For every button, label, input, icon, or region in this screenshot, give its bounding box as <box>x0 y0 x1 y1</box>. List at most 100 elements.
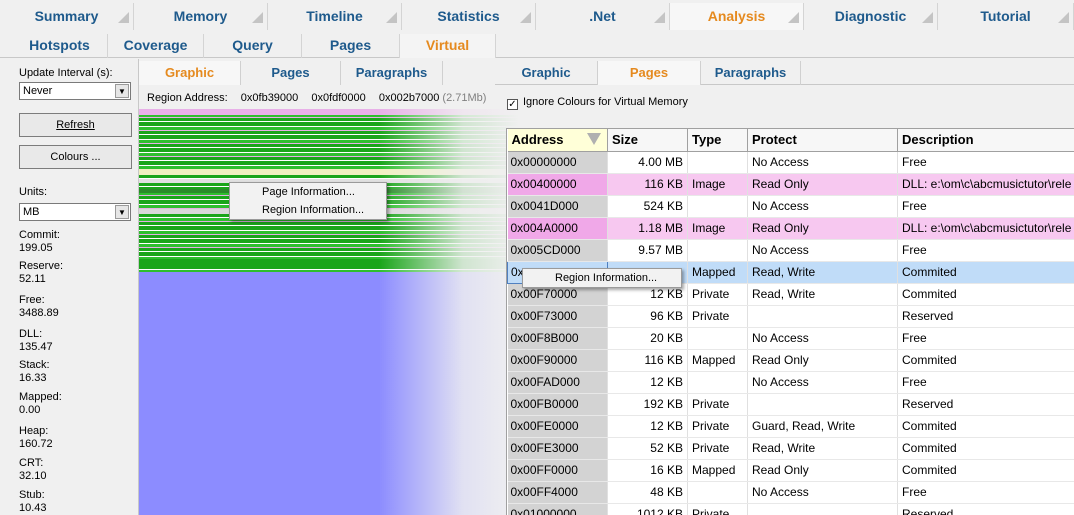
tab-diagnostic[interactable]: Diagnostic <box>804 3 938 30</box>
chevron-down-icon[interactable]: ▼ <box>115 84 129 98</box>
tab-tutorial[interactable]: Tutorial <box>938 3 1074 30</box>
column-header-description[interactable]: Description <box>897 129 1074 152</box>
tab-virtual[interactable]: Virtual <box>400 34 496 58</box>
cell-description: Reserved <box>897 503 1074 515</box>
table-row[interactable]: 0x00F73000 96 KB Private Reserved <box>507 305 1074 328</box>
tab-label: Tutorial <box>980 8 1031 24</box>
update-interval-select[interactable]: Never ▼ <box>19 82 131 100</box>
cell-protect <box>747 305 898 328</box>
tab-pages[interactable]: Pages <box>598 61 701 85</box>
cell-description: Commited <box>897 261 1074 284</box>
cell-address: 0x0041D000 <box>507 195 608 218</box>
stat-stub: Stub: 10.43 <box>19 489 47 515</box>
table-row[interactable]: 0x00FE0000 12 KB Private Guard, Read, Write… <box>507 415 1074 438</box>
table-row[interactable]: 0x00FE3000 52 KB Private Read, Write Commite… <box>507 437 1074 460</box>
tab-hotspots[interactable]: Hotspots <box>12 34 108 58</box>
cell-protect: No Access <box>747 327 898 350</box>
ignore-colours-checkbox[interactable]: ✓ <box>507 99 518 110</box>
units-select[interactable]: MB ▼ <box>19 203 131 221</box>
column-header-protect[interactable]: Protect <box>747 129 898 152</box>
table-row[interactable]: 0x01000000 1012 KB Private Reserved <box>507 503 1074 515</box>
close-icon[interactable] <box>520 12 531 23</box>
tab-coverage[interactable]: Coverage <box>108 34 204 58</box>
cell-type: Private <box>687 437 748 460</box>
tab-dotnet[interactable]: .Net <box>536 3 670 30</box>
cell-type <box>687 151 748 174</box>
tab-pages[interactable]: Pages <box>241 61 341 85</box>
table-row[interactable]: 0x005CD000 9.57 MB No Access Free <box>507 239 1074 262</box>
close-icon[interactable] <box>1058 12 1069 23</box>
tab-paragraphs[interactable]: Paragraphs <box>341 61 443 85</box>
tab-graphic[interactable]: Graphic <box>139 61 241 85</box>
tab-statistics[interactable]: Statistics <box>402 3 536 30</box>
menu-item-page-information[interactable]: Page Information... <box>230 183 386 201</box>
table-row[interactable]: 0x00000000 4.00 MB No Access Free <box>507 151 1074 174</box>
table-row[interactable]: 0x00FF0000 16 KB Mapped Read Only Commited <box>507 459 1074 482</box>
stat-label: Heap: <box>19 425 49 437</box>
colours-button[interactable]: Colours ... <box>19 145 132 169</box>
cell-size: 192 KB <box>607 393 688 416</box>
tab-graphic[interactable]: Graphic <box>495 61 598 85</box>
chevron-down-icon[interactable]: ▼ <box>115 205 129 219</box>
cell-address: 0x005CD000 <box>507 239 608 262</box>
stat-value: 0.00 <box>19 404 41 416</box>
cell-description: Reserved <box>897 305 1074 328</box>
tab-paragraphs[interactable]: Paragraphs <box>701 61 801 85</box>
tab-timeline[interactable]: Timeline <box>268 3 402 30</box>
stat-label: DLL: <box>19 328 43 340</box>
fade-overlay <box>379 109 519 515</box>
table-row[interactable]: 0x00F8B000 20 KB No Access Free <box>507 327 1074 350</box>
cell-description: Commited <box>897 437 1074 460</box>
tab-query[interactable]: Query <box>204 34 302 58</box>
table-row[interactable]: 0x00F90000 116 KB Mapped Read Only Commited <box>507 349 1074 372</box>
tab-pages[interactable]: Pages <box>302 34 400 58</box>
column-header-size[interactable]: Size <box>607 129 688 152</box>
menu-item-region-information[interactable]: Region Information... <box>523 269 681 287</box>
tab-summary[interactable]: Summary <box>0 3 134 30</box>
stat-label: Stub: <box>19 489 45 501</box>
stat-label: Free: <box>19 294 45 306</box>
cell-size: 9.57 MB <box>607 239 688 262</box>
cell-address: 0x00FAD000 <box>507 371 608 394</box>
stat-stack: Stack: 16.33 <box>19 359 50 385</box>
cell-address: 0x01000000 <box>507 503 608 515</box>
menu-item-region-information[interactable]: Region Information... <box>230 201 386 219</box>
tab-label: Summary <box>34 8 99 24</box>
tab-label: Diagnostic <box>834 8 907 24</box>
cell-type: Private <box>687 305 748 328</box>
table-header-row: Address Size Type Protect Description <box>507 129 1074 152</box>
table-row[interactable]: 0x004A0000 1.18 MB Image Read Only DLL: e:\o… <box>507 217 1074 240</box>
table-row[interactable]: 0x00400000 116 KB Image Read Only DLL: e:\om… <box>507 173 1074 196</box>
left-control-panel: Update Interval (s): Never ▼ Refresh Col… <box>0 59 139 515</box>
column-header-address[interactable]: Address <box>507 129 608 152</box>
stat-label: Reserve: <box>19 260 64 272</box>
close-icon[interactable] <box>252 12 263 23</box>
tab-label: Memory <box>173 8 228 24</box>
graphic-context-menu: Page Information... Region Information..… <box>229 182 387 220</box>
virtual-memory-graphic[interactable] <box>139 109 519 515</box>
cell-protect: Read, Write <box>747 437 898 460</box>
cell-type: Mapped <box>687 349 748 372</box>
tab-memory[interactable]: Memory <box>134 3 268 30</box>
analysis-tab-bar: Hotspots Coverage Query Pages Virtual <box>0 31 1074 58</box>
close-icon[interactable] <box>922 12 933 23</box>
cell-protect: Read Only <box>747 217 898 240</box>
table-row[interactable]: 0x00FF4000 48 KB No Access Free <box>507 481 1074 504</box>
close-icon[interactable] <box>654 12 665 23</box>
refresh-button[interactable]: Refresh <box>19 113 132 137</box>
update-interval-value: Never <box>23 85 53 97</box>
cell-description: Reserved <box>897 393 1074 416</box>
close-icon[interactable] <box>788 12 799 23</box>
close-icon[interactable] <box>386 12 397 23</box>
table-row[interactable]: 0x00FAD000 12 KB No Access Free <box>507 371 1074 394</box>
cell-protect <box>747 393 898 416</box>
table-row[interactable]: 0x00FB0000 192 KB Private Reserved <box>507 393 1074 416</box>
cell-type: Mapped <box>687 261 748 284</box>
stat-reserve: Reserve: 52.11 <box>19 260 63 286</box>
column-header-type[interactable]: Type <box>687 129 748 152</box>
cell-type: Image <box>687 217 748 240</box>
table-row[interactable]: 0x0041D000 524 KB No Access Free <box>507 195 1074 218</box>
tab-analysis[interactable]: Analysis <box>670 3 804 30</box>
close-icon[interactable] <box>118 12 129 23</box>
cell-description: Free <box>897 195 1074 218</box>
